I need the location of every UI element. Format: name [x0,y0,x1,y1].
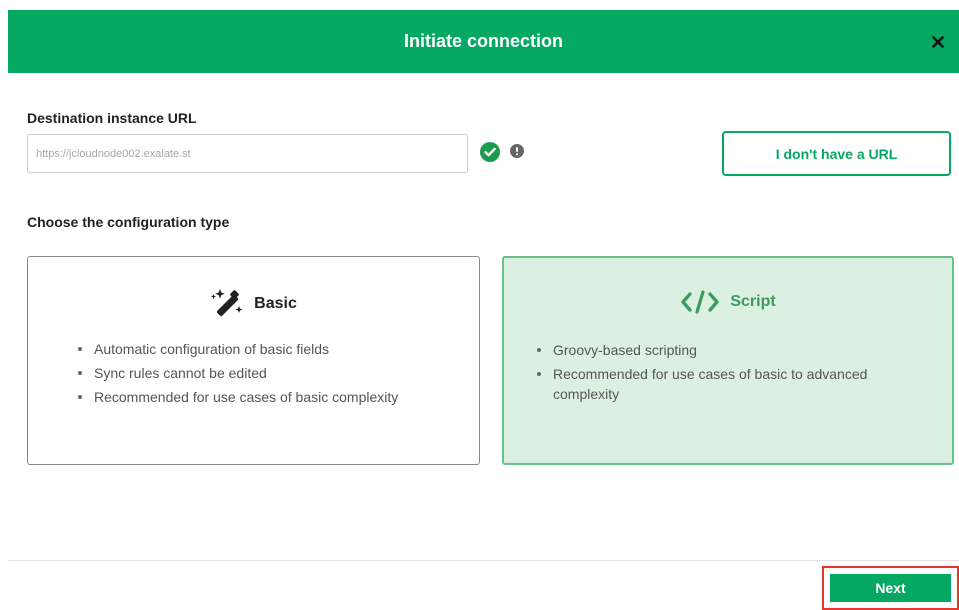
initiate-connection-dialog: Initiate connection Destination instance… [0,0,959,610]
list-item: Recommended for use cases of basic compl… [78,387,459,407]
script-title: Script [504,290,952,314]
dialog-title: Initiate connection [403,31,563,51]
script-bullets: Groovy-based scripting Recommended for u… [537,340,932,408]
code-icon [681,290,720,314]
config-option-script[interactable]: Script Groovy-based scripting Recommende… [502,256,954,465]
exclamation-circle-icon[interactable] [510,144,524,158]
close-icon [932,36,944,48]
script-title-text: Script [730,293,776,310]
close-button[interactable] [927,31,949,53]
magic-wand-icon [211,289,243,316]
no-url-button[interactable]: I don't have a URL [722,131,951,176]
basic-title-text: Basic [254,295,297,312]
list-item: Sync rules cannot be edited [78,363,459,383]
list-item: Recommended for use cases of basic to ad… [537,364,932,404]
basic-bullets: Automatic configuration of basic fields … [78,339,459,411]
basic-title: Basic [28,289,479,319]
list-item: Automatic configuration of basic fields [78,339,459,359]
next-button[interactable]: Next [830,574,951,602]
destination-url-input[interactable] [27,134,468,173]
config-option-basic[interactable]: Basic Automatic configuration of basic f… [27,256,480,465]
url-label: Destination instance URL [27,110,197,126]
next-button-highlight: Next [822,566,959,610]
config-type-label: Choose the configuration type [27,214,230,230]
check-circle-icon [480,142,500,162]
footer-divider [8,560,959,561]
list-item: Groovy-based scripting [537,340,932,360]
dialog-header: Initiate connection [8,10,959,73]
